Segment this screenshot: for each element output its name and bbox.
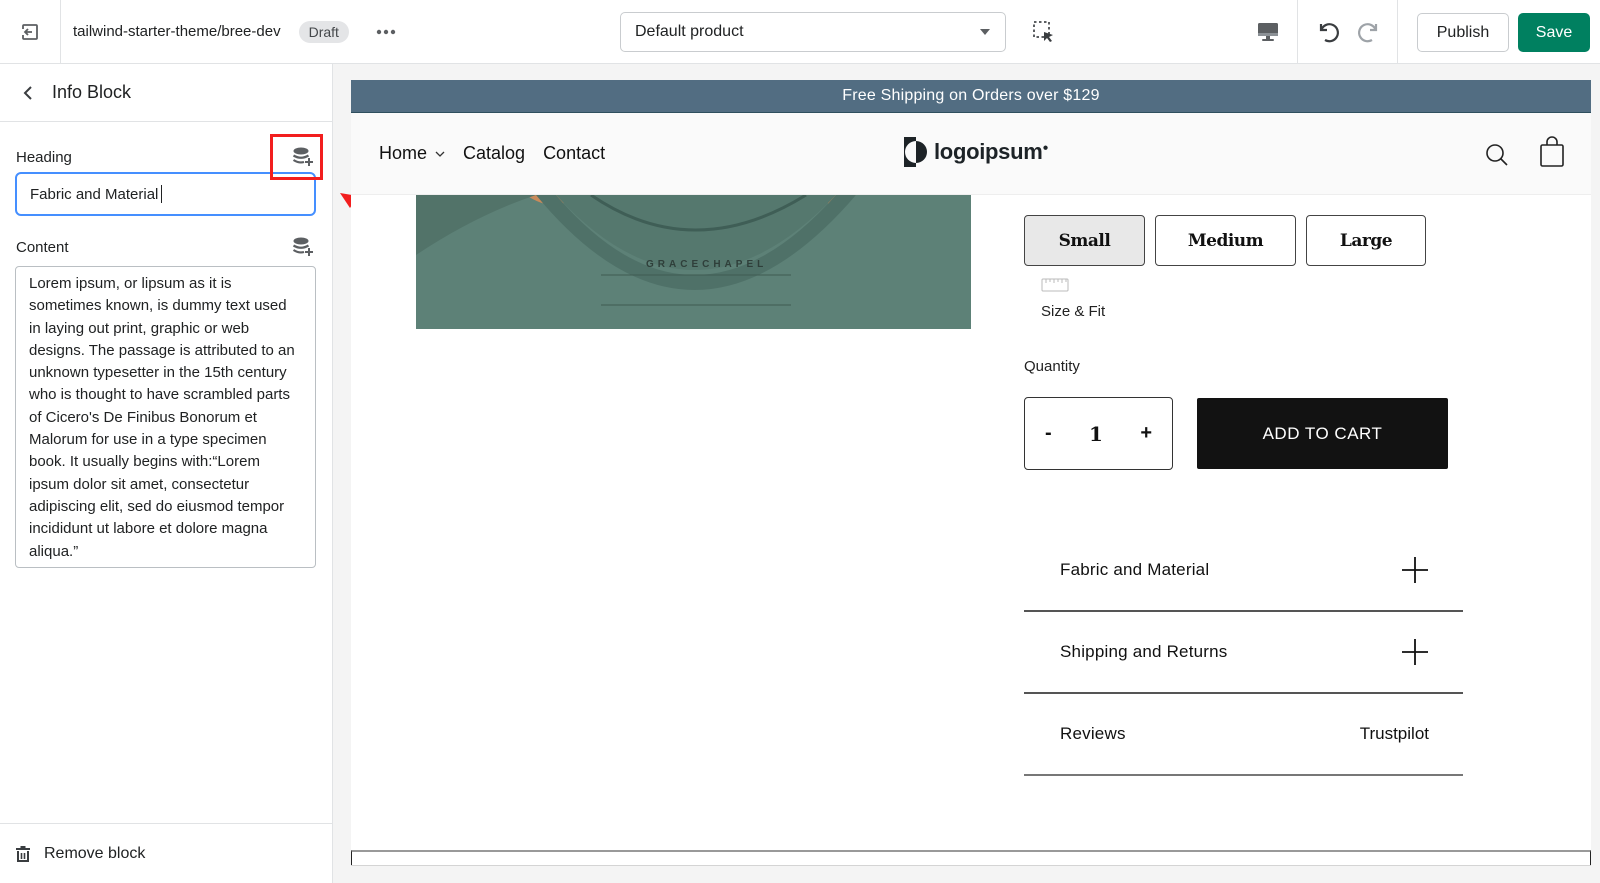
quantity-increase-button[interactable]: + [1140,422,1152,445]
remove-block-button[interactable]: Remove block [0,823,333,883]
search-icon [1486,144,1508,166]
add-to-cart-button[interactable]: ADD TO CART [1197,398,1448,469]
heading-input-value: Fabric and Material [30,185,159,203]
size-fit-link[interactable]: Size & Fit [1041,278,1105,320]
plus-icon [1402,557,1428,583]
caret-down-icon [980,29,990,35]
store-header: Home Catalog Contact logoipsum● [351,113,1591,195]
quantity-label: Quantity [1024,358,1080,375]
preview-bottom-section [351,850,1591,865]
reviews-provider: Trustpilot [1359,724,1429,743]
exit-editor-button[interactable] [0,0,61,64]
size-option-small[interactable]: Small [1024,215,1145,266]
ruler-icon [1041,278,1069,292]
more-actions-button[interactable] [369,18,403,46]
content-label-row: Content [16,234,316,260]
shopping-bag-icon [1540,136,1564,167]
size-option-medium[interactable]: Medium [1155,215,1296,266]
editor-topbar: tailwind-starter-theme/bree-dev Draft De… [0,0,1600,64]
size-fit-label: Size & Fit [1041,303,1106,320]
announcement-bar: Free Shipping on Orders over $129 [351,80,1591,113]
content-textarea[interactable]: Lorem ipsum, or lipsum as it is sometime… [15,266,316,568]
accordion-item-shipping[interactable]: Shipping and Returns [1024,612,1463,694]
heading-label-row: Heading [16,144,316,170]
undo-icon [1319,23,1339,43]
database-plus-icon [292,237,313,256]
settings-sidebar: Info Block Heading Fabric and Material C… [0,64,333,883]
trash-icon [16,845,30,862]
text-cursor [161,185,163,203]
topbar-divider [1397,0,1398,64]
nav-link-catalog[interactable]: Catalog [463,143,525,164]
select-cursor-icon [1033,21,1053,42]
storefront-preview: Free Shipping on Orders over $129 Home C… [351,80,1591,866]
content-dynamic-source-button[interactable] [290,234,316,260]
cart-button[interactable] [1537,135,1567,169]
chevron-down-icon [435,151,445,157]
inspector-button[interactable] [1030,18,1058,46]
publish-button[interactable]: Publish [1417,13,1509,52]
exit-icon [21,23,38,40]
logo-wordmark: logoipsum [934,139,1043,164]
accordion-item-fabric[interactable]: Fabric and Material [1024,530,1463,612]
product-image[interactable]: GRACECHAPEL [416,195,971,329]
chevron-left-icon [23,85,32,100]
desktop-icon [1258,23,1278,41]
undo-button[interactable] [1313,17,1343,47]
nav-link-contact[interactable]: Contact [543,143,605,164]
sidebar-header: Info Block [0,64,332,122]
store-logo[interactable]: logoipsum● [904,137,1049,167]
database-plus-icon [292,147,313,166]
template-select-value: Default product [635,23,744,40]
accordion-title: Fabric and Material [1060,560,1210,579]
accordion-item-reviews[interactable]: Reviews Trustpilot [1024,694,1463,776]
quantity-value[interactable]: 1 [1089,422,1103,446]
save-button[interactable]: Save [1518,13,1590,52]
logo-mark-icon [904,137,927,167]
accordion-title: Shipping and Returns [1060,642,1228,661]
garment-tag-text: GRACECHAPEL [646,259,768,270]
redo-icon [1358,23,1378,43]
product-info-accordion: Fabric and Material Shipping and Returns… [1024,530,1463,776]
redo-button[interactable] [1354,17,1384,47]
quantity-stepper: - 1 + [1024,397,1173,470]
nav-link-home[interactable]: Home [379,143,445,164]
preview-device-button[interactable] [1254,18,1282,46]
quantity-decrease-button[interactable]: - [1045,422,1052,445]
heading-dynamic-source-button[interactable] [290,144,316,170]
theme-name: tailwind-starter-theme/bree-dev [73,23,281,40]
remove-block-label: Remove block [44,844,146,862]
size-option-large[interactable]: Large [1306,215,1426,266]
sidebar-title: Info Block [52,82,132,102]
back-button[interactable] [18,83,38,103]
topbar-divider [1297,0,1298,64]
search-button[interactable] [1483,141,1511,169]
nav-link-home-label: Home [379,143,428,163]
heading-input[interactable]: Fabric and Material [15,172,316,216]
size-selector: Small Medium Large [1024,215,1426,266]
content-label: Content [16,238,69,256]
status-badge: Draft [298,20,349,43]
plus-icon [1402,639,1428,665]
more-horizontal-icon [376,29,396,34]
accordion-title: Reviews [1060,724,1126,743]
logo-text: logoipsum● [934,139,1049,164]
template-select[interactable]: Default product [620,12,1006,52]
heading-label: Heading [16,148,72,166]
